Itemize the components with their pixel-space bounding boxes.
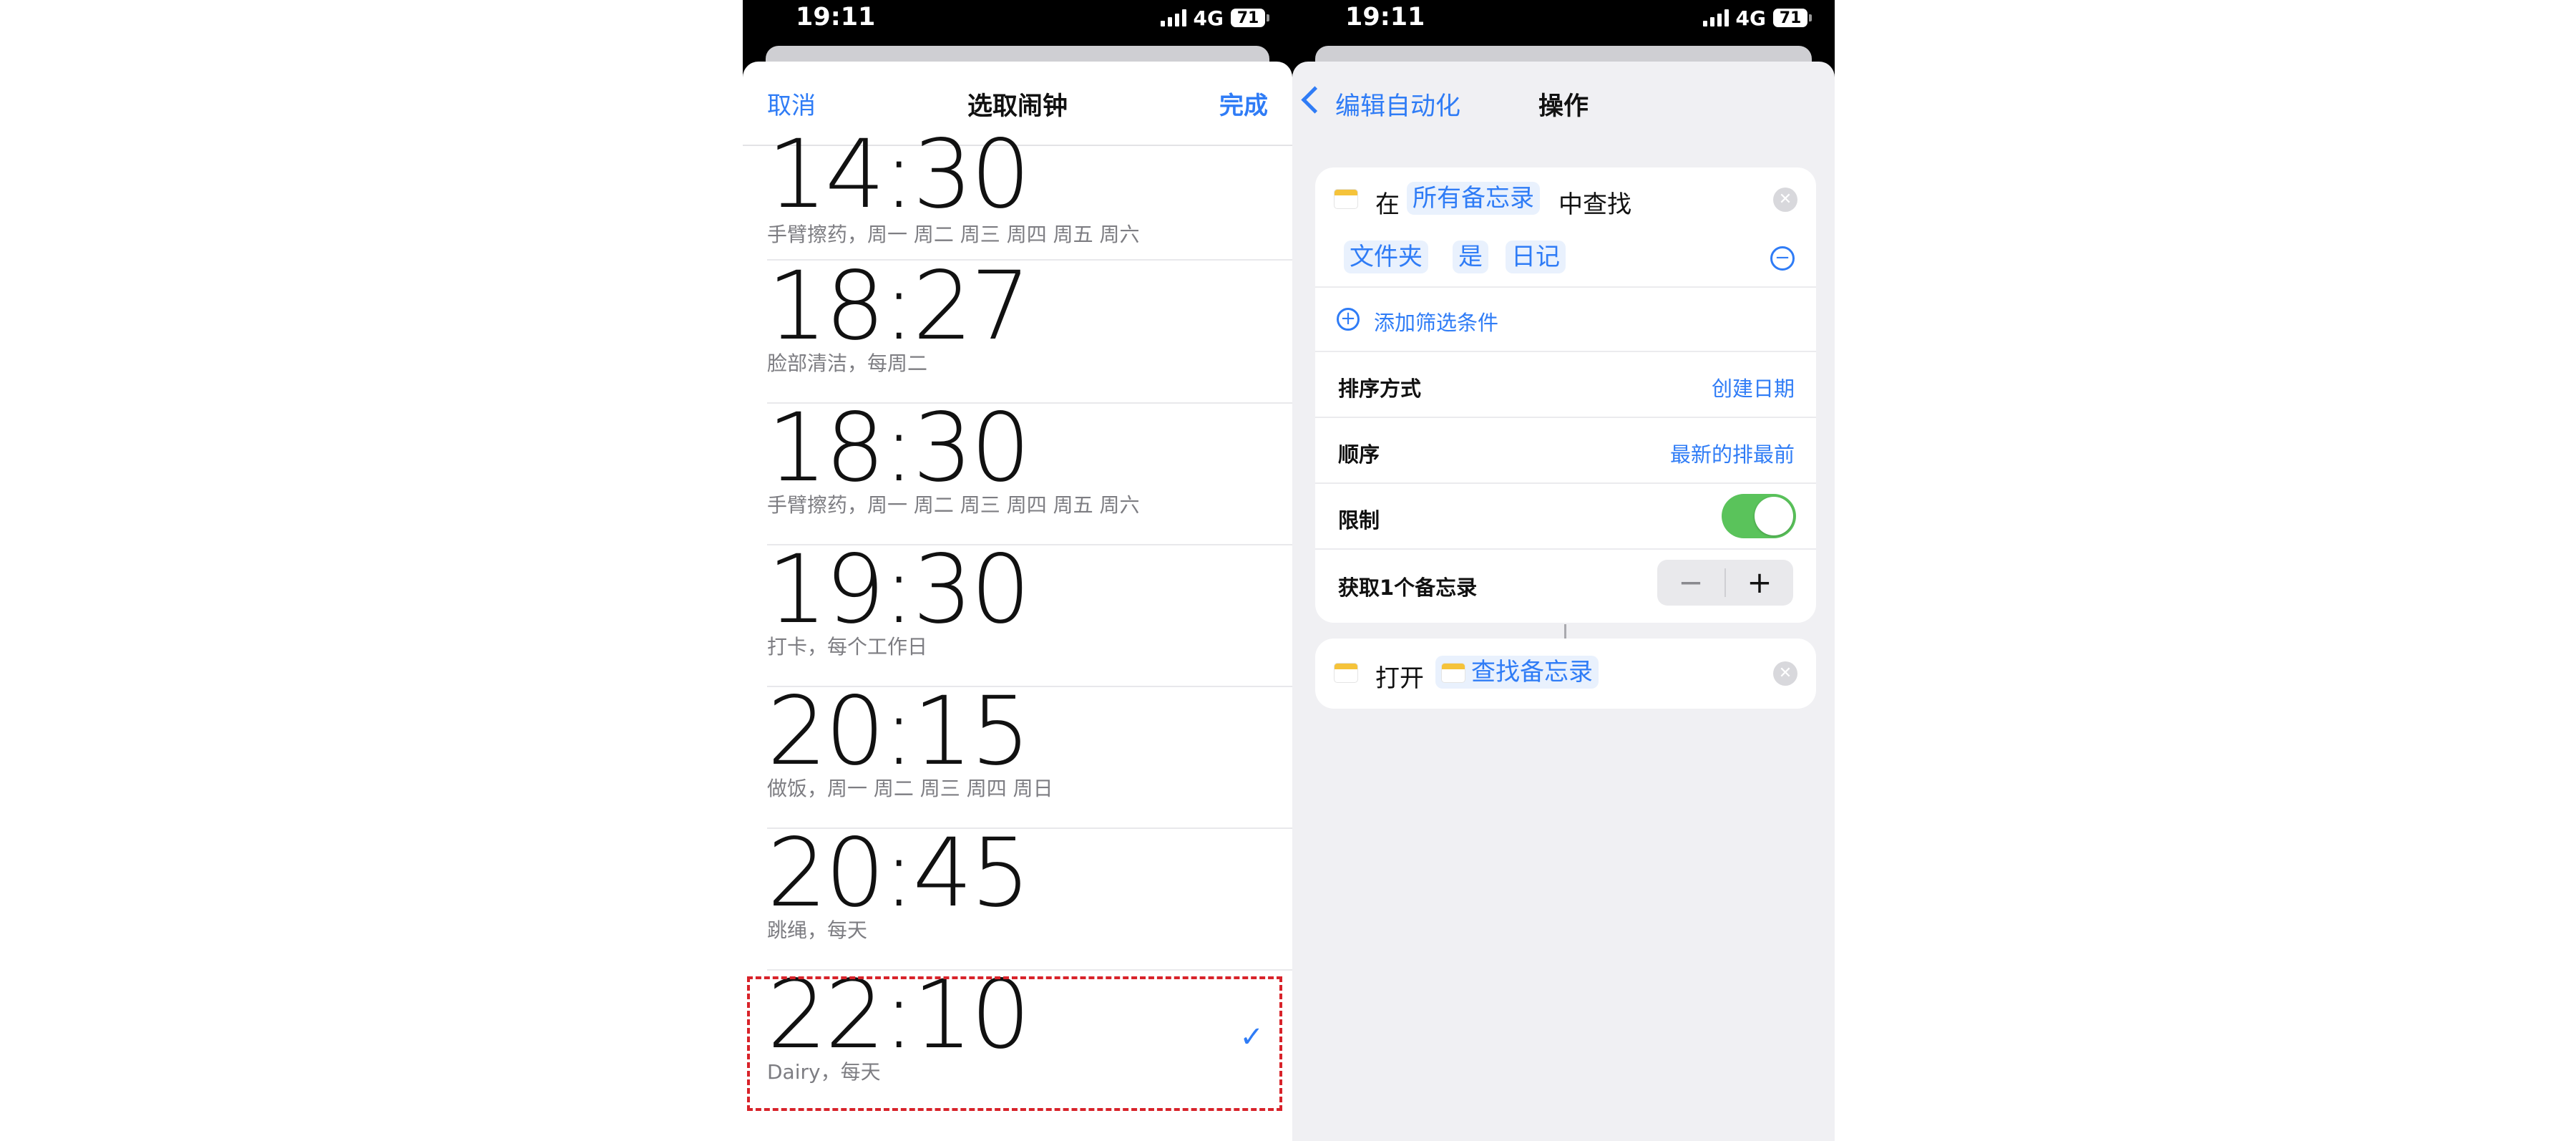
clear-icon[interactable]: ✕ [1773, 661, 1797, 686]
network-type: 4G [1193, 6, 1224, 30]
page-title: 选取闹钟 [967, 92, 1068, 121]
find-suffix: 中查找 [1558, 190, 1631, 219]
status-bar: 19:11 4G 71 [743, 0, 1292, 44]
alarm-row[interactable]: 20:45 跳绳，每天 [743, 818, 1292, 971]
status-indicators: 4G 71 [1702, 6, 1812, 30]
plus-circle-icon: + [1337, 308, 1360, 331]
order-value[interactable]: 最新的排最前 [1670, 438, 1795, 468]
status-time: 19:11 [796, 3, 876, 31]
count-row: 获取1个备忘录 − + [1315, 550, 1816, 616]
alarm-label: 手臂擦药，周一 周二 周三 周四 周五 周六 [767, 493, 1140, 517]
filter-row: 文件夹 是 日记 − [1315, 229, 1816, 286]
alarm-label: 手臂擦药，周一 周二 周三 周四 周五 周六 [767, 223, 1140, 246]
alarm-row[interactable]: 18:30 手臂擦药，周一 周二 周三 周四 周五 周六 [743, 393, 1292, 545]
filter-field-token[interactable]: 文件夹 [1344, 241, 1428, 273]
count-label: 获取1个备忘录 [1338, 576, 1478, 600]
filter-value-token[interactable]: 日记 [1506, 241, 1566, 273]
alarm-time: 18:27 [767, 251, 1030, 361]
notes-app-icon [1334, 663, 1358, 683]
limit-label: 限制 [1338, 508, 1380, 533]
limit-row: 限制 [1315, 484, 1816, 548]
find-prefix: 在 [1375, 190, 1400, 219]
done-button[interactable]: 完成 [1219, 86, 1268, 121]
page-title: 操作 [1538, 92, 1589, 121]
signal-icon [1160, 9, 1186, 26]
sort-value[interactable]: 创建日期 [1712, 372, 1795, 402]
nav-bar: 编辑自动化 操作 [1292, 62, 1835, 145]
limit-toggle[interactable] [1722, 494, 1796, 538]
alarm-time: 19:30 [767, 535, 1030, 645]
alarm-time: 20:45 [767, 818, 1030, 928]
alarm-time: 20:15 [767, 676, 1030, 787]
alarm-row[interactable]: 14:30 手臂擦药，周一 周二 周三 周四 周五 周六 [743, 127, 1292, 261]
add-filter-row[interactable]: + 添加筛选条件 [1315, 288, 1816, 351]
quantity-stepper: − + [1657, 560, 1793, 606]
left-phone-screen: 19:11 4G 71 取消 选取闹钟 完成 14:30 手臂擦药，周一 周二 … [743, 0, 1292, 1141]
sort-label: 排序方式 [1338, 377, 1422, 401]
status-indicators: 4G 71 [1160, 6, 1269, 30]
open-note-action-card: 打开 查找备忘录 ✕ [1315, 639, 1816, 709]
find-notes-action-card: 在 所有备忘录 中查找 ✕ 文件夹 是 日记 − + 添加筛选条件 排序方式 创… [1315, 167, 1816, 623]
battery-icon: 71 [1773, 9, 1812, 27]
signal-icon [1702, 9, 1729, 26]
battery-icon: 71 [1231, 9, 1269, 27]
alarm-row[interactable]: 18:27 脸部清洁，每周二 [743, 251, 1292, 404]
alarm-row[interactable]: 19:30 打卡，每个工作日 [743, 535, 1292, 687]
status-time: 19:11 [1345, 3, 1425, 31]
sort-row[interactable]: 排序方式 创建日期 [1315, 352, 1816, 417]
network-type: 4G [1735, 6, 1766, 30]
increment-button[interactable]: + [1726, 560, 1793, 606]
open-verb: 打开 [1375, 664, 1424, 693]
right-phone-screen: 19:11 4G 71 编辑自动化 操作 在 所有备忘录 中查找 ✕ 文件夹 是 [1292, 0, 1835, 1141]
clear-icon[interactable]: ✕ [1773, 188, 1797, 212]
alarm-time: 14:30 [767, 120, 1030, 230]
order-label: 顺序 [1338, 442, 1380, 467]
alarm-label: 跳绳，每天 [767, 918, 868, 942]
decrement-button[interactable]: − [1657, 560, 1724, 606]
actions-sheet: 编辑自动化 操作 在 所有备忘录 中查找 ✕ 文件夹 是 日记 − + 添加筛选… [1292, 62, 1835, 1141]
notes-app-icon [1334, 189, 1358, 209]
source-token[interactable]: 所有备忘录 [1407, 182, 1540, 215]
alarm-label: 脸部清洁，每周二 [767, 351, 928, 375]
status-bar: 19:11 4G 71 [1292, 0, 1835, 44]
alarm-picker-sheet: 取消 选取闹钟 完成 14:30 手臂擦药，周一 周二 周三 周四 周五 周六 … [743, 62, 1292, 1141]
selection-highlight-box [747, 976, 1282, 1111]
order-row[interactable]: 顺序 最新的排最前 [1315, 418, 1816, 482]
notes-app-icon [1441, 663, 1465, 683]
find-header-row: 在 所有备忘录 中查找 ✕ [1315, 167, 1816, 229]
alarm-row[interactable]: 20:15 做饭，周一 周二 周三 周四 周日 [743, 676, 1292, 829]
minus-circle-icon[interactable]: − [1770, 246, 1795, 271]
add-filter-label: 添加筛选条件 [1374, 311, 1499, 335]
alarm-label: 打卡，每个工作日 [767, 635, 928, 659]
alarm-time: 18:30 [767, 393, 1030, 503]
filter-operator-token[interactable]: 是 [1453, 241, 1488, 273]
alarm-label: 做饭，周一 周二 周三 周四 周日 [767, 777, 1053, 800]
action-connector [1564, 624, 1566, 639]
toggle-knob [1755, 497, 1793, 535]
